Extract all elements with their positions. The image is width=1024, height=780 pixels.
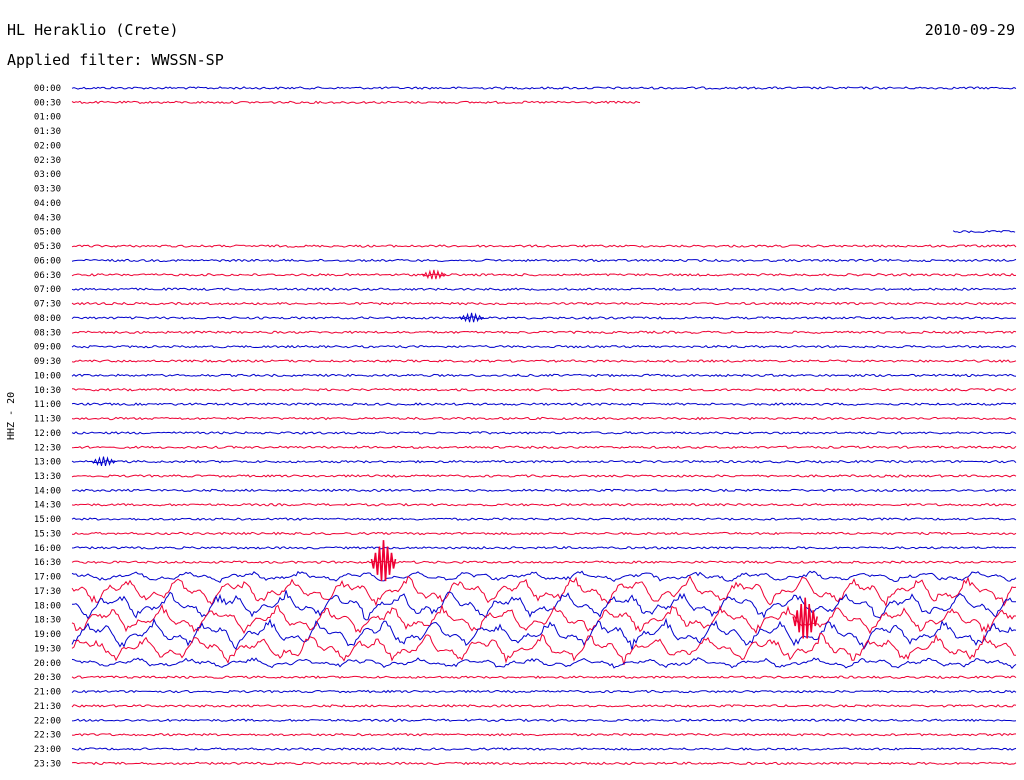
time-tick-label: 01:00	[34, 113, 61, 123]
time-tick-label: 05:30	[34, 242, 61, 252]
time-tick-label: 12:30	[34, 443, 61, 453]
time-tick-label: 11:00	[34, 400, 61, 410]
time-tick-label: 13:30	[34, 472, 61, 482]
trace-0900	[71, 344, 1017, 349]
time-tick-label: 19:30	[34, 644, 61, 654]
trace-1730	[71, 575, 1017, 608]
time-tick-label: 17:00	[34, 573, 61, 583]
trace-0830	[71, 330, 1017, 335]
trace-0930	[71, 359, 1017, 363]
time-tick-label: 00:00	[34, 84, 61, 94]
time-tick-label: 08:30	[34, 328, 61, 338]
time-tick-label: 03:00	[34, 170, 61, 180]
trace-1230	[71, 445, 1017, 449]
trace-2330	[71, 761, 1017, 766]
time-tick-label: 10:30	[34, 386, 61, 396]
trace-2130	[71, 704, 1017, 708]
trace-1400	[71, 488, 1017, 493]
time-tick-label: 10:00	[34, 371, 61, 381]
trace-1200	[71, 431, 1017, 435]
trace-2230	[71, 732, 1017, 737]
trace-0630	[71, 273, 1017, 277]
time-tick-label: 21:30	[34, 702, 61, 712]
time-tick-label: 12:00	[34, 429, 61, 439]
time-tick-label: 22:00	[34, 716, 61, 726]
trace-1700	[71, 570, 1017, 583]
trace-1130	[71, 416, 1017, 421]
time-tick-label: 15:00	[34, 515, 61, 525]
time-tick-label: 08:00	[34, 314, 61, 324]
trace-1430	[71, 502, 1017, 507]
trace-0030	[71, 100, 641, 105]
time-tick-label: 11:30	[34, 415, 61, 425]
event-spike	[459, 312, 484, 323]
trace-0530	[71, 244, 1017, 248]
time-tick-label: 18:00	[34, 601, 61, 611]
time-tick-label: 02:30	[34, 156, 61, 166]
trace-1930	[71, 632, 1017, 666]
time-tick-label: 16:00	[34, 544, 61, 554]
trace-1000	[71, 373, 1017, 378]
time-tick-label: 16:30	[34, 558, 61, 568]
trace-0700	[71, 287, 1017, 292]
trace-0500	[952, 230, 1016, 234]
trace-0600	[71, 258, 1017, 263]
time-tick-label: 06:00	[34, 256, 61, 266]
event-spike	[792, 597, 818, 639]
trace-2030	[71, 675, 1017, 680]
trace-0730	[71, 301, 1016, 306]
time-tick-label: 07:30	[34, 300, 61, 310]
time-tick-label: 23:00	[34, 745, 61, 755]
trace-1100	[71, 402, 1017, 406]
time-tick-label: 04:30	[34, 213, 61, 223]
trace-1500	[71, 517, 1017, 521]
time-tick-label: 09:00	[34, 343, 61, 353]
time-tick-label: 07:00	[34, 285, 61, 295]
time-tick-label: 14:30	[34, 501, 61, 511]
time-tick-label: 14:00	[34, 486, 61, 496]
trace-1300	[71, 459, 1017, 464]
trace-0800	[71, 316, 1017, 320]
trace-1330	[71, 474, 1017, 478]
trace-1030	[71, 388, 1017, 392]
time-tick-label: 05:00	[34, 228, 61, 238]
time-tick-label: 06:30	[34, 271, 61, 281]
seismic-traces	[71, 86, 1017, 766]
trace-1830	[71, 603, 1017, 635]
trace-0000	[71, 86, 1017, 90]
time-tick-label: 13:00	[34, 458, 61, 468]
time-tick-label: 01:30	[34, 127, 61, 137]
time-tick-label: 20:00	[34, 659, 61, 669]
trace-1600	[71, 546, 1017, 550]
time-tick-label: 20:30	[34, 673, 61, 683]
time-tick-label: 23:30	[34, 759, 61, 769]
time-tick-label: 18:30	[34, 616, 61, 626]
time-tick-label: 02:00	[34, 141, 61, 151]
trace-2100	[71, 689, 1017, 694]
time-tick-label: 09:30	[34, 357, 61, 367]
trace-2200	[71, 718, 1017, 723]
time-tick-label: 17:30	[34, 587, 61, 597]
trace-1630	[71, 560, 1017, 564]
time-tick-label: 04:00	[34, 199, 61, 209]
time-tick-label: 15:30	[34, 529, 61, 539]
trace-1530	[71, 531, 1017, 536]
trace-2000	[71, 657, 1017, 669]
time-tick-label: 03:30	[34, 185, 61, 195]
seismogram-plot: 00:00 00:30 01:00 01:30 02:00 02:30 03:00 03:30…	[34, 84, 1017, 769]
time-tick-label: 21:00	[34, 688, 61, 698]
trace-2300	[71, 747, 1017, 751]
time-tick-label: 22:30	[34, 731, 61, 741]
time-axis-labels: 00:00 00:30 01:00 01:30 02:00 02:30 03:00 03:30…	[34, 84, 61, 769]
time-tick-label: 19:00	[34, 630, 61, 640]
event-spike	[370, 540, 397, 582]
time-tick-label: 00:30	[34, 98, 61, 108]
